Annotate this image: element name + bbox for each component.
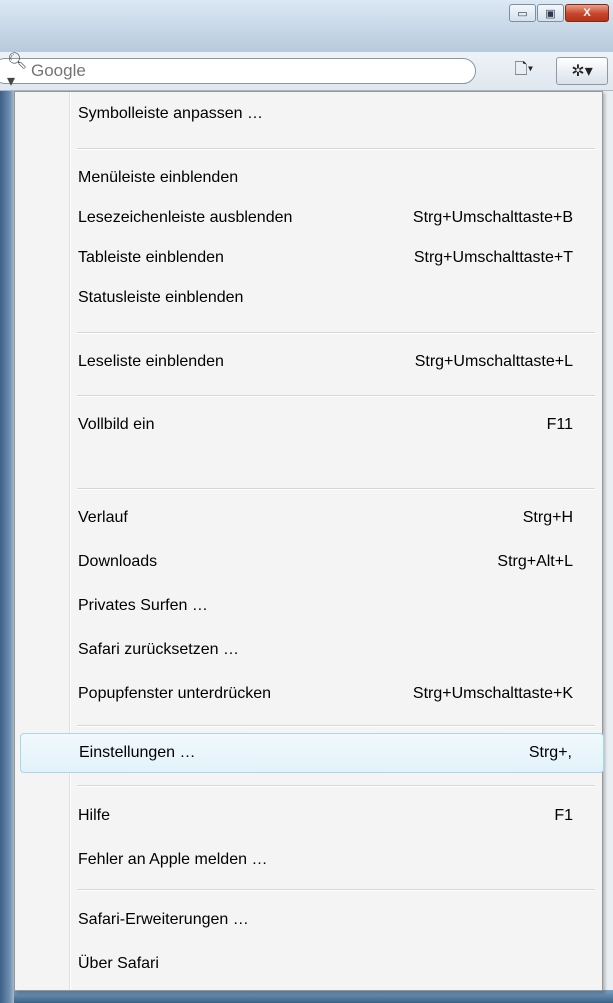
maximize-button[interactable]: ▣ [537, 4, 564, 22]
search-input[interactable] [29, 60, 453, 82]
menu-item-label: Tableiste einblenden [78, 249, 224, 266]
window-controls: ▭ ▣ X [508, 4, 609, 22]
menu-item-show-tab-bar[interactable]: Tableiste einblenden Strg+Umschalttaste+… [21, 241, 597, 275]
menu-separator [77, 148, 595, 150]
gear-icon: ✲▾ [571, 63, 593, 80]
page-background [0, 91, 14, 1003]
menu-separator [77, 725, 595, 727]
minimize-button[interactable]: ▭ [509, 4, 536, 22]
menu-separator [77, 332, 595, 334]
menu-item-shortcut: Strg+Umschalttaste+B [412, 209, 573, 226]
search-field[interactable]: 🔍︎▾ [0, 53, 476, 90]
menu-item-reset-safari[interactable]: Safari zurücksetzen … [21, 633, 597, 667]
menu-separator [77, 395, 595, 397]
menu-item-downloads[interactable]: Downloads Strg+Alt+L [21, 545, 597, 579]
menu-item-shortcut: F1 [554, 807, 573, 824]
menu-item-label: Hilfe [78, 807, 111, 824]
menu-item-hide-bookmarks-bar[interactable]: Lesezeichenleiste ausblenden Strg+Umscha… [21, 201, 597, 235]
menu-item-fullscreen[interactable]: Vollbild ein F11 [21, 408, 597, 442]
settings-menu: Symbolleiste anpassen … Menüleiste einbl… [14, 91, 604, 991]
menu-item-show-menubar[interactable]: Menüleiste einblenden [21, 161, 597, 195]
menu-item-show-status-bar[interactable]: Statusleiste einblenden [21, 281, 597, 315]
menu-separator [77, 488, 595, 490]
menu-item-shortcut: Strg+Umschalttaste+K [412, 685, 573, 702]
menu-item-label: Symbolleiste anpassen … [78, 105, 263, 122]
menu-item-label: Menüleiste einblenden [78, 169, 239, 186]
window-titlebar: ▭ ▣ X [0, 0, 613, 53]
menu-item-shortcut: Strg+Umschalttaste+L [414, 353, 573, 370]
menu-item-label: Fehler an Apple melden … [78, 851, 268, 868]
menu-item-shortcut: Strg+, [528, 744, 572, 761]
menu-item-label: Über Safari [78, 955, 159, 972]
page-menu-button[interactable]: 🗋▾ [503, 57, 545, 85]
menu-item-shortcut: Strg+Umschalttaste+T [413, 249, 573, 266]
menu-item-report-bug[interactable]: Fehler an Apple melden … [21, 843, 597, 877]
menu-item-preferences[interactable]: Einstellungen … Strg+, [20, 733, 604, 773]
close-button[interactable]: X [565, 4, 609, 22]
menu-item-customize-toolbar[interactable]: Symbolleiste anpassen … [21, 97, 597, 131]
menu-item-show-reading-list[interactable]: Leseliste einblenden Strg+Umschalttaste+… [21, 345, 597, 379]
menu-item-label: Vollbild ein [78, 416, 155, 433]
menu-item-about-safari[interactable]: Über Safari [21, 947, 597, 981]
menu-item-label: Safari-Erweiterungen … [78, 911, 249, 928]
magnifier-icon[interactable]: 🔍︎▾ [7, 51, 29, 91]
menu-separator [77, 889, 595, 891]
menu-item-label: Safari zurücksetzen … [78, 641, 239, 658]
menu-item-label: Leseliste einblenden [78, 353, 224, 370]
menu-item-shortcut: Strg+Alt+L [497, 553, 573, 570]
menu-item-label: Privates Surfen … [78, 597, 208, 614]
settings-menu-button[interactable]: ✲▾ [556, 57, 608, 85]
menu-item-history[interactable]: Verlauf Strg+H [21, 501, 597, 535]
menu-item-label: Statusleiste einblenden [78, 289, 244, 306]
menu-item-label: Einstellungen … [79, 744, 196, 761]
menu-item-block-popups[interactable]: Popupfenster unterdrücken Strg+Umschaltt… [21, 677, 597, 711]
menu-item-label: Verlauf [78, 509, 128, 526]
menu-item-shortcut: Strg+H [522, 509, 573, 526]
page-icon: 🗋▾ [514, 60, 534, 78]
menu-item-shortcut: F11 [546, 416, 573, 433]
menu-item-label: Downloads [78, 553, 158, 570]
page-background-bottom [14, 990, 613, 1003]
browser-toolbar: 🔍︎▾ 🗋▾ ✲▾ [0, 52, 613, 91]
menu-item-private-browsing[interactable]: Privates Surfen … [21, 589, 597, 623]
menu-item-label: Popupfenster unterdrücken [78, 685, 272, 702]
menu-item-safari-extensions[interactable]: Safari-Erweiterungen … [21, 903, 597, 937]
menu-item-help[interactable]: Hilfe F1 [21, 799, 597, 833]
menu-separator [77, 785, 595, 787]
menu-item-label: Lesezeichenleiste ausblenden [78, 209, 293, 226]
